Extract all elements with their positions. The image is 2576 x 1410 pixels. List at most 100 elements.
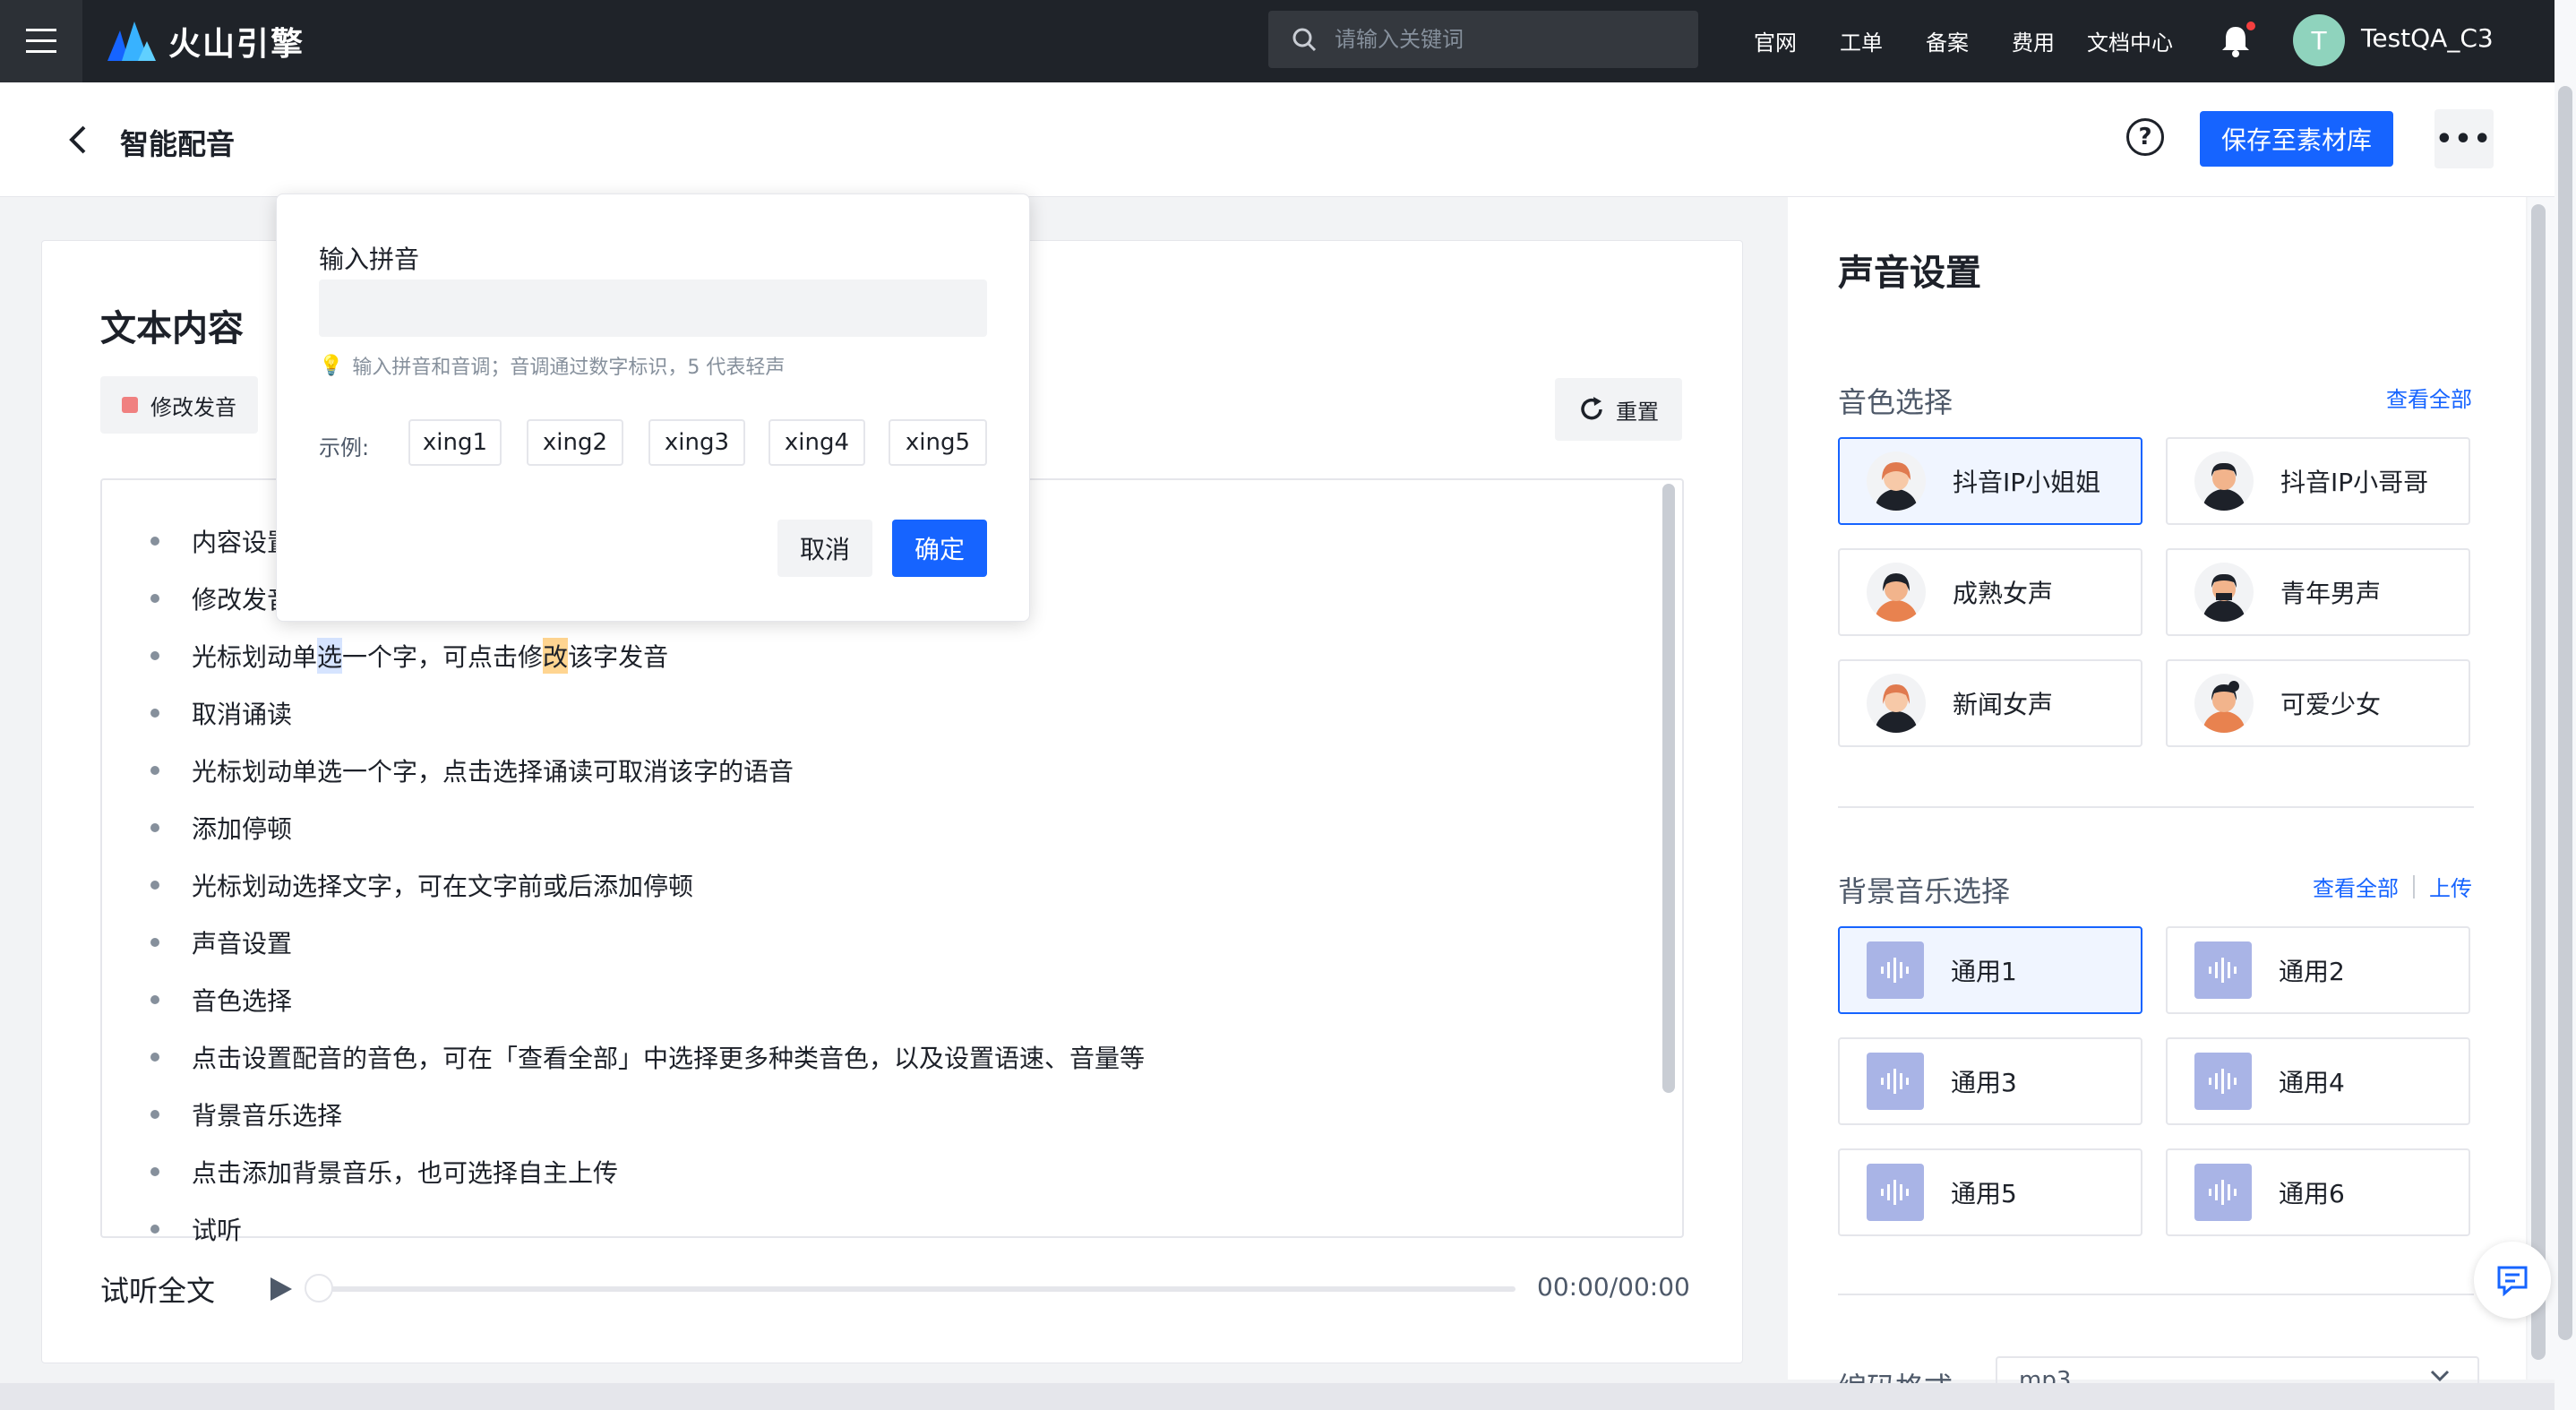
list-item: 添加停顿 [150, 799, 1145, 856]
list-item: 点击添加背景音乐，也可选择自主上传 [150, 1143, 1145, 1200]
voice-name: 抖音IP小姐姐 [1953, 468, 2101, 497]
music-name: 通用3 [1951, 1068, 2017, 1097]
voice-settings-title: 声音设置 [1838, 253, 1981, 294]
audio-wave-icon [1867, 941, 1924, 999]
music-card[interactable]: 通用6 [2166, 1148, 2470, 1236]
pinyin-hint: 💡 输入拼音和音调；音调通过数字标识，5 代表轻声 [319, 351, 785, 380]
panel-scrollbar[interactable] [2531, 204, 2546, 1360]
bgm-links: 查看全部 上传 [2313, 871, 2472, 902]
list-item: 光标划动选择文字，可在文字前或后添加停顿 [150, 856, 1145, 914]
male-avatar-icon [2194, 563, 2254, 622]
audio-wave-icon [2194, 941, 2252, 999]
chevron-down-icon[interactable] [2429, 1369, 2451, 1383]
more-options-button[interactable]: ••• [2434, 109, 2494, 168]
preview-all-label: 试听全文 [100, 1274, 216, 1308]
selected-character[interactable]: 选 [317, 638, 343, 674]
nav-link-billing[interactable]: 费用 [2012, 25, 2055, 56]
audio-wave-icon [1867, 1053, 1924, 1110]
nav-link-tickets[interactable]: 工单 [1840, 25, 1883, 56]
pinyin-input[interactable] [319, 279, 987, 337]
voice-card[interactable]: 青年男声 [2166, 548, 2470, 636]
music-name: 通用5 [1951, 1179, 2017, 1208]
divider [1838, 806, 2474, 808]
audio-wave-icon [2194, 1053, 2252, 1110]
feedback-button[interactable] [2474, 1242, 2551, 1319]
popover-title: 输入拼音 [319, 245, 420, 274]
divider [1838, 1294, 2474, 1295]
music-card[interactable]: 通用2 [2166, 926, 2470, 1014]
pronunciation-marker-icon [122, 397, 138, 413]
list-item: 光标划动单选一个字，点击选择诵读可取消该字的语音 [150, 742, 1145, 799]
voice-card[interactable]: 抖音IP小哥哥 [2166, 437, 2470, 525]
logo-text: 火山引擎 [168, 26, 305, 63]
pinyin-example-chip[interactable]: xing5 [889, 419, 987, 466]
reset-label: 重置 [1616, 399, 1659, 425]
logo[interactable]: 火山引擎 [107, 16, 305, 66]
list-item: 音色选择 [150, 971, 1145, 1028]
female-avatar-icon [1867, 674, 1926, 733]
page-title: 智能配音 [120, 127, 236, 161]
pinyin-example-chip[interactable]: xing4 [769, 419, 865, 466]
bgm-upload-link[interactable]: 上传 [2429, 871, 2472, 902]
popover-confirm-button[interactable]: 确定 [892, 520, 987, 577]
nav-link-filing[interactable]: 备案 [1926, 25, 1969, 56]
list-item: 取消诵读 [150, 684, 1145, 742]
bgm-section-label: 背景音乐选择 [1838, 874, 2011, 908]
audio-progress-handle[interactable] [305, 1274, 333, 1303]
music-card[interactable]: 通用4 [2166, 1037, 2470, 1125]
list-item: 试听 [150, 1200, 1145, 1258]
user-avatar[interactable]: T [2293, 14, 2345, 66]
voice-card[interactable]: 抖音IP小姐姐 [1838, 437, 2142, 525]
editor-content: 内容设置 修改发音 光标划动单选一个字，可点击修改该字发音 取消诵读 光标划动单… [150, 512, 1145, 1258]
refresh-icon [1581, 397, 1602, 420]
list-item: 点击设置配音的音色，可在「查看全部」中选择更多种类音色，以及设置语速、音量等 [150, 1028, 1145, 1086]
modified-character[interactable]: 改 [543, 638, 569, 674]
search-input[interactable] [1335, 27, 1675, 52]
voice-name: 新闻女声 [1953, 690, 2054, 719]
volcano-logo-icon [107, 21, 156, 61]
help-icon[interactable]: ? [2126, 118, 2164, 156]
modify-pronunciation-button[interactable]: 修改发音 [100, 376, 258, 434]
list-item: 背景音乐选择 [150, 1086, 1145, 1143]
reset-button[interactable]: 重置 [1555, 378, 1682, 441]
voice-card[interactable]: 可爱少女 [2166, 659, 2470, 747]
voice-name: 可爱少女 [2280, 690, 2382, 719]
voice-name: 抖音IP小哥哥 [2280, 468, 2429, 497]
voice-name: 成熟女声 [1953, 579, 2054, 608]
audio-wave-icon [2194, 1164, 2252, 1221]
music-name: 通用2 [2279, 957, 2345, 986]
save-to-library-button[interactable]: 保存至素材库 [2200, 111, 2393, 167]
hamburger-menu-button[interactable] [0, 0, 82, 82]
nav-link-docs[interactable]: 文档中心 [2087, 25, 2173, 56]
username[interactable]: TestQA_C3 [2361, 23, 2494, 53]
music-name: 通用4 [2279, 1068, 2345, 1097]
music-card[interactable]: 通用5 [1838, 1148, 2142, 1236]
timbre-section-label: 音色选择 [1838, 385, 1953, 419]
text-content-title: 文本内容 [100, 308, 244, 349]
list-item: 光标划动单选一个字，可点击修改该字发音 [150, 627, 1145, 684]
music-name: 通用6 [2279, 1179, 2345, 1208]
hint-text: 输入拼音和音调；音调通过数字标识，5 代表轻声 [352, 357, 786, 379]
bgm-view-all-link[interactable]: 查看全部 [2313, 871, 2399, 902]
pinyin-example-chip[interactable]: xing2 [527, 419, 623, 466]
search-box[interactable] [1268, 11, 1698, 68]
timbre-view-all-link[interactable]: 查看全部 [2386, 382, 2472, 413]
pinyin-example-chip[interactable]: xing1 [408, 419, 502, 466]
editor-scrollbar[interactable] [1662, 484, 1675, 1093]
audio-progress-bar[interactable] [306, 1286, 1516, 1292]
female-avatar-icon [1867, 563, 1926, 622]
popover-cancel-button[interactable]: 取消 [777, 520, 872, 577]
nav-link-official-site[interactable]: 官网 [1754, 25, 1797, 56]
pinyin-example-chip[interactable]: xing3 [648, 419, 745, 466]
lightbulb-icon: 💡 [319, 354, 344, 377]
back-arrow-icon[interactable] [63, 122, 91, 158]
music-card[interactable]: 通用1 [1838, 926, 2142, 1014]
list-item: 声音设置 [150, 914, 1145, 971]
window-scrollbar[interactable] [2558, 86, 2572, 1340]
play-icon[interactable] [269, 1276, 294, 1303]
voice-card[interactable]: 成熟女声 [1838, 548, 2142, 636]
example-label: 示例: [319, 435, 370, 460]
music-card[interactable]: 通用3 [1838, 1037, 2142, 1125]
voice-card[interactable]: 新闻女声 [1838, 659, 2142, 747]
notification-dot [2246, 21, 2255, 30]
